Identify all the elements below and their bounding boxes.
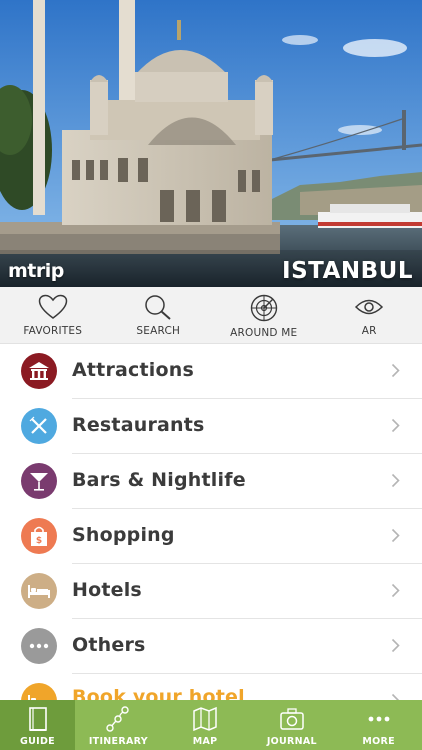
brand-logo: mtrip: [8, 260, 64, 282]
category-label: Bars & Nightlife: [72, 469, 246, 491]
category-label: Shopping: [72, 524, 175, 546]
category-restaurants[interactable]: Restaurants: [0, 399, 422, 454]
ar-button[interactable]: AR: [317, 287, 422, 343]
chevron-right-icon: [391, 528, 400, 543]
category-label: Hotels: [72, 579, 142, 601]
category-attractions[interactable]: Attractions: [0, 344, 422, 399]
tab-journal[interactable]: JOURNAL: [249, 700, 336, 750]
tab-more[interactable]: MORE: [335, 700, 422, 750]
favorites-button[interactable]: FAVORITES: [0, 287, 106, 343]
city-title: ISTANBUL: [282, 258, 413, 284]
chevron-right-icon: [391, 418, 400, 433]
quick-actions-bar: FAVORITES SEARCH AROUND ME AR: [0, 287, 422, 344]
tab-label: MORE: [362, 736, 395, 747]
mosque-photo: [0, 0, 422, 287]
svg-text:$: $: [36, 536, 42, 546]
category-list: Attractions Restaurants Bars & Nightlife: [0, 344, 422, 729]
category-others[interactable]: Others: [0, 619, 422, 674]
camera-icon: [280, 708, 304, 730]
category-hotels[interactable]: Hotels: [0, 564, 422, 619]
category-label: Attractions: [72, 359, 195, 381]
around-me-button[interactable]: AROUND ME: [211, 287, 317, 343]
tab-label: JOURNAL: [266, 736, 317, 747]
tab-label: ITINERARY: [88, 736, 148, 747]
around-me-label: AROUND ME: [230, 327, 298, 339]
shopping-bag-icon: $: [21, 518, 57, 554]
more-dots-icon: [368, 716, 390, 722]
category-label: Others: [72, 634, 146, 656]
fork-knife-icon: [21, 408, 57, 444]
category-shopping[interactable]: $ Shopping: [0, 509, 422, 564]
tab-itinerary[interactable]: ITINERARY: [75, 700, 162, 750]
category-bars-nightlife[interactable]: Bars & Nightlife: [0, 454, 422, 509]
route-icon: [106, 706, 130, 732]
eye-icon: [355, 299, 384, 315]
hero-image: mtrip ISTANBUL: [0, 0, 422, 287]
ellipsis-icon: [21, 628, 57, 664]
map-icon: [193, 706, 217, 732]
bed-icon: [21, 573, 57, 609]
ar-label: AR: [361, 325, 377, 337]
tab-map[interactable]: MAP: [162, 700, 249, 750]
category-label: Restaurants: [72, 414, 205, 436]
heart-icon: [38, 294, 68, 319]
search-label: SEARCH: [136, 325, 181, 337]
bottom-tab-bar: GUIDE ITINERARY MAP JOURNAL MORE: [0, 700, 422, 750]
favorites-label: FAVORITES: [23, 325, 83, 337]
tab-label: GUIDE: [20, 736, 55, 747]
search-button[interactable]: SEARCH: [106, 287, 212, 343]
tab-guide[interactable]: GUIDE: [0, 700, 75, 750]
chevron-right-icon: [391, 473, 400, 488]
book-icon: [28, 707, 47, 731]
radar-icon: [250, 294, 277, 322]
monument-icon: [21, 353, 57, 389]
tab-label: MAP: [192, 736, 218, 747]
chevron-right-icon: [391, 363, 400, 378]
magnifier-icon: [145, 295, 171, 320]
chevron-right-icon: [391, 583, 400, 598]
chevron-right-icon: [391, 638, 400, 653]
cocktail-icon: [21, 463, 57, 499]
